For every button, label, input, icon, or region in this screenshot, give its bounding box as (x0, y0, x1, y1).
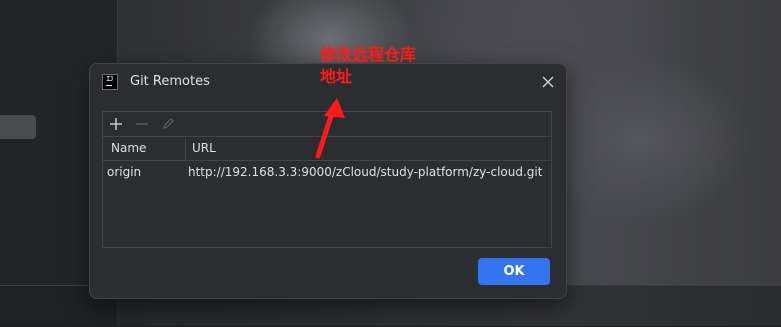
add-icon[interactable] (108, 116, 124, 132)
remove-icon[interactable] (134, 116, 150, 132)
annotation-arrow-icon (315, 98, 345, 159)
annotation-line-2: 地址 (320, 67, 353, 86)
side-panel-item[interactable] (0, 115, 36, 139)
remote-name-cell: origin (107, 165, 142, 179)
column-header-url[interactable]: URL (192, 141, 216, 155)
ok-button[interactable]: OK (478, 258, 550, 285)
annotation-text: 修改远程仓库 地址 (320, 44, 460, 88)
column-header-name[interactable]: Name (111, 141, 146, 155)
column-divider (185, 137, 186, 160)
remote-url-cell: http://192.168.3.3:9000/zCloud/study-pla… (188, 165, 543, 179)
intellij-logo-icon: IJ (102, 74, 118, 90)
edit-pencil-icon[interactable] (160, 116, 176, 132)
dialog-title: Git Remotes (130, 74, 210, 89)
annotation-line-1: 修改远程仓库 (320, 45, 417, 64)
close-icon[interactable] (539, 73, 557, 91)
